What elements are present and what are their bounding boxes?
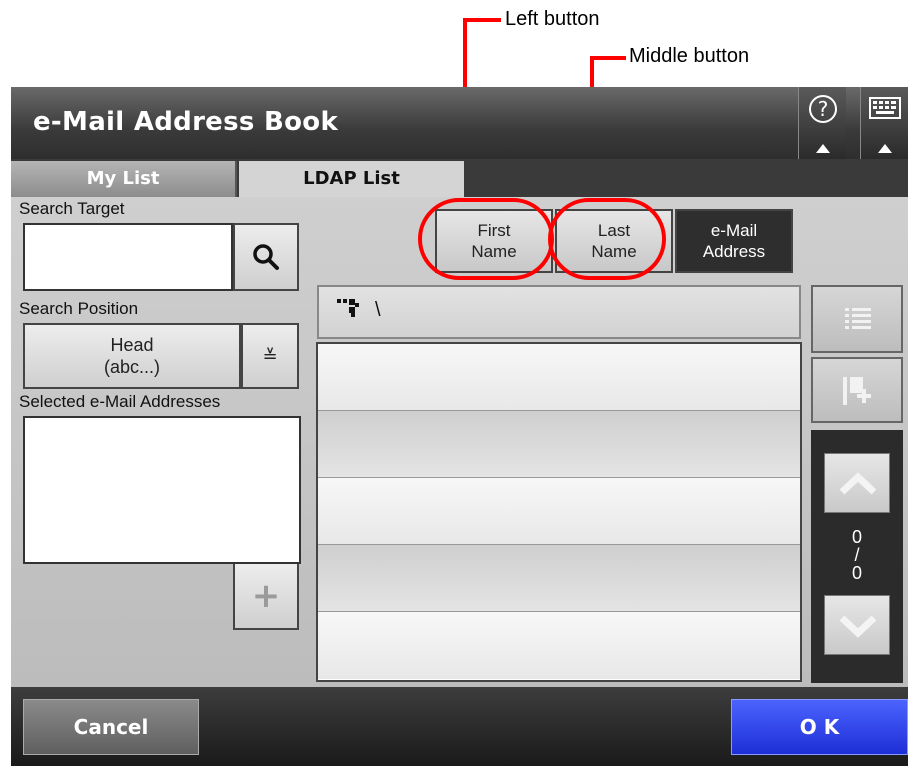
add-entry-icon	[843, 377, 871, 405]
chevron-up-icon	[839, 472, 877, 495]
sort-last-name-button[interactable]: Last Name	[555, 209, 673, 273]
chevron-down-icon	[839, 615, 877, 638]
tab-my-list[interactable]: My List	[11, 161, 237, 197]
ldap-result-list	[316, 342, 802, 682]
sort-first-name-button[interactable]: First Name	[435, 209, 553, 273]
list-item[interactable]	[318, 612, 800, 679]
callout-middle-button: Middle button	[629, 45, 750, 67]
footer-bar: Cancel O K	[11, 687, 908, 766]
selected-addresses-list[interactable]	[23, 416, 301, 564]
page-current: 0	[851, 527, 862, 547]
search-target-label: Search Target	[19, 199, 125, 218]
page-separator: /	[854, 545, 860, 565]
chevron-up-icon	[815, 144, 830, 153]
pager: 0 / 0	[811, 430, 903, 683]
sort-last-name-line1: Last	[597, 221, 631, 240]
cancel-button[interactable]: Cancel	[23, 699, 199, 755]
ldap-path-bar: \	[317, 285, 801, 339]
list-item[interactable]	[318, 545, 800, 612]
search-button[interactable]	[233, 223, 299, 291]
window-title: e-Mail Address Book	[33, 107, 339, 137]
tab-ldap-list[interactable]: LDAP List	[239, 161, 464, 197]
tab-bar: My List LDAP List	[11, 159, 908, 197]
search-position-select[interactable]: Head (abc...)	[23, 323, 241, 389]
sort-email-address-button[interactable]: e-Mail Address	[675, 209, 793, 273]
magnifier-icon	[253, 244, 279, 270]
help-button[interactable]: ?	[798, 87, 846, 159]
keyboard-icon	[869, 97, 901, 119]
search-position-value-line1: Head	[110, 335, 154, 355]
chevron-up-icon	[877, 144, 892, 153]
search-position-label: Search Position	[19, 299, 139, 318]
list-item[interactable]	[318, 344, 800, 411]
callout-left-button: Left button	[505, 8, 600, 30]
sort-first-name-line2: Name	[471, 242, 517, 261]
page-down-button[interactable]	[824, 595, 890, 655]
list-item[interactable]	[318, 478, 800, 545]
callout-left-line-h	[463, 18, 501, 22]
tree-icon	[337, 299, 359, 317]
add-address-button[interactable]: +	[233, 564, 299, 630]
list-details-icon	[845, 308, 871, 329]
keyboard-button[interactable]	[860, 87, 908, 159]
help-icon: ?	[809, 95, 837, 123]
plus-icon: +	[251, 576, 281, 616]
search-target-input[interactable]	[23, 223, 233, 291]
address-book-screen: e-Mail Address Book ? My List LDAP List …	[11, 87, 908, 766]
search-position-dropdown-button[interactable]: ≚	[241, 323, 299, 389]
details-button[interactable]	[811, 285, 903, 353]
list-select-icon: ≚	[262, 345, 278, 367]
list-item[interactable]	[318, 411, 800, 478]
ok-button[interactable]: O K	[731, 699, 908, 755]
callout-middle-line-h	[590, 56, 626, 60]
main-content: Search Target Search Position Head (abc.…	[11, 197, 908, 687]
sort-email-line2: Address	[702, 242, 766, 261]
page-up-button[interactable]	[824, 453, 890, 513]
page-total: 0	[851, 563, 862, 583]
add-to-my-list-button[interactable]	[811, 357, 903, 423]
sort-email-line1: e-Mail	[710, 221, 758, 240]
selected-addresses-label: Selected e-Mail Addresses	[19, 392, 221, 411]
title-bar: e-Mail Address Book ?	[11, 87, 908, 159]
sort-first-name-line1: First	[477, 221, 511, 240]
search-position-value-line2: (abc...)	[103, 357, 160, 377]
ldap-path-text: \	[375, 299, 381, 321]
sort-last-name-line2: Name	[591, 242, 637, 261]
